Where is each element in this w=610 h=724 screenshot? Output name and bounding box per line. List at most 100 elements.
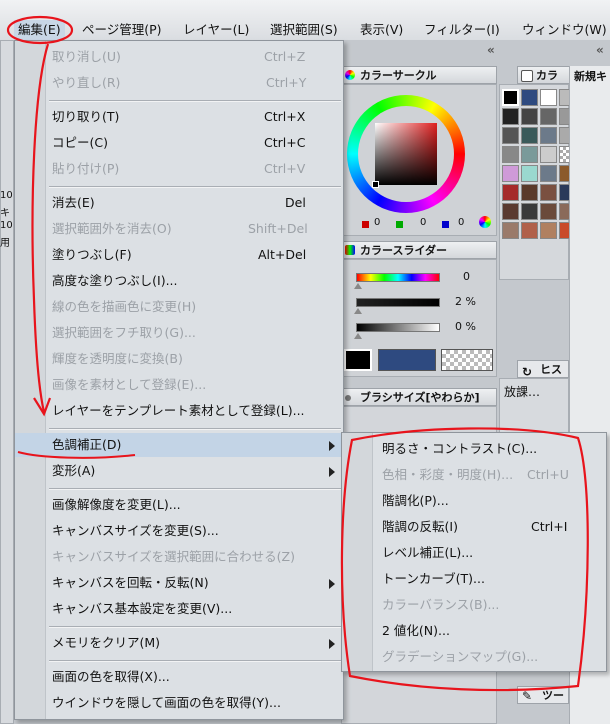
swatch[interactable] bbox=[540, 146, 557, 163]
brightness-slider[interactable] bbox=[356, 323, 440, 332]
change-resolution-item[interactable]: 画像解像度を変更(L)... bbox=[15, 493, 343, 517]
swatch[interactable] bbox=[540, 222, 557, 239]
history-tab[interactable]: ↻ ヒス bbox=[517, 360, 569, 379]
swatch[interactable] bbox=[521, 108, 538, 125]
change-canvas-size-item[interactable]: キャンバスサイズを変更(S)... bbox=[15, 519, 343, 543]
swatch[interactable] bbox=[521, 127, 538, 144]
border-selection-item[interactable]: 選択範囲をフチ取り(G)... bbox=[15, 321, 343, 345]
luminance-to-transparency-item[interactable]: 輝度を透明度に変換(B) bbox=[15, 347, 343, 371]
gradient-map-item[interactable]: グラデーションマップ(G)... bbox=[342, 645, 606, 669]
erase-item[interactable]: 消去(E) Del bbox=[15, 191, 343, 215]
swatch[interactable] bbox=[502, 222, 519, 239]
brush-size-panel-header[interactable]: ブラシサイズ[やわらか] bbox=[341, 388, 497, 406]
menu-page-management[interactable]: ページ管理(P) bbox=[82, 20, 162, 40]
collapse-chevron-icon[interactable]: « bbox=[487, 43, 495, 57]
paste-item[interactable]: 貼り付け(P) Ctrl+V bbox=[15, 157, 343, 181]
swatch[interactable] bbox=[502, 165, 519, 182]
swatch[interactable] bbox=[521, 146, 538, 163]
menu-selection[interactable]: 選択範囲(S) bbox=[270, 20, 338, 40]
saturation-slider[interactable] bbox=[356, 298, 440, 307]
saturation-value-square[interactable] bbox=[375, 123, 437, 185]
left-tool-value: 10 bbox=[0, 220, 13, 231]
advanced-fill-item[interactable]: 高度な塗りつぶし(I)... bbox=[15, 269, 343, 293]
invert-gradient-item[interactable]: 階調の反転(I) Ctrl+I bbox=[342, 515, 606, 539]
swatch[interactable] bbox=[502, 108, 519, 125]
edit-menu-dropdown: 取り消し(U) Ctrl+Z やり直し(R) Ctrl+Y 切り取り(T) Ctrl+… bbox=[14, 40, 344, 720]
slider-handle[interactable] bbox=[354, 333, 362, 339]
brightness-contrast-item[interactable]: 明るさ・コントラスト(C)... bbox=[342, 437, 606, 461]
swatch[interactable] bbox=[540, 203, 557, 220]
color-picker-cursor[interactable] bbox=[372, 181, 379, 188]
saturation-value: 2 % bbox=[455, 295, 476, 308]
copy-item[interactable]: コピー(C) Ctrl+C bbox=[15, 131, 343, 155]
swatch[interactable] bbox=[540, 127, 557, 144]
posterize-item[interactable]: 階調化(P)... bbox=[342, 489, 606, 513]
swatch[interactable] bbox=[540, 108, 557, 125]
register-template-material-item[interactable]: レイヤーをテンプレート素材として登録(L)... bbox=[15, 399, 343, 423]
color-mode-icon[interactable] bbox=[479, 216, 491, 228]
swatch[interactable] bbox=[502, 127, 519, 144]
color-slider-panel: 0 2 % 0 % bbox=[341, 259, 497, 377]
blue-indicator bbox=[442, 221, 449, 228]
swatch[interactable] bbox=[502, 203, 519, 220]
menu-layer[interactable]: レイヤー(L) bbox=[183, 20, 249, 40]
left-tool-value: 用 bbox=[0, 238, 10, 249]
hue-saturation-item[interactable]: 色相・彩度・明度(H)... Ctrl+U bbox=[342, 463, 606, 487]
tool-tab[interactable]: ✎ ツー bbox=[517, 686, 569, 704]
color-balance-item[interactable]: カラーバランス(B)... bbox=[342, 593, 606, 617]
canvas-basic-settings-item[interactable]: キャンバス基本設定を変更(V)... bbox=[15, 597, 343, 621]
swatch[interactable] bbox=[521, 203, 538, 220]
menu-edit[interactable]: 編集(E) bbox=[14, 20, 65, 40]
swatch[interactable] bbox=[521, 222, 538, 239]
cut-item[interactable]: 切り取り(T) Ctrl+X bbox=[15, 105, 343, 129]
color-slider-panel-header[interactable]: カラースライダー bbox=[341, 241, 497, 259]
swatch[interactable] bbox=[521, 165, 538, 182]
binarize-item[interactable]: 2 値化(N)... bbox=[342, 619, 606, 643]
swatch[interactable] bbox=[502, 184, 519, 201]
hue-ring[interactable] bbox=[347, 95, 465, 213]
erase-outside-selection-item[interactable]: 選択範囲外を消去(O) Shift+Del bbox=[15, 217, 343, 241]
swatch[interactable] bbox=[502, 146, 519, 163]
sub-color-chip[interactable] bbox=[378, 349, 436, 371]
layer-name[interactable]: 放課… bbox=[504, 383, 540, 400]
green-value: 0 bbox=[420, 217, 427, 228]
level-correction-item[interactable]: レベル補正(L)... bbox=[342, 541, 606, 565]
transform-item[interactable]: 変形(A) bbox=[15, 459, 343, 483]
main-color-chip[interactable] bbox=[344, 349, 372, 371]
menu-separator bbox=[49, 488, 341, 490]
redo-item[interactable]: やり直し(R) Ctrl+Y bbox=[15, 71, 343, 95]
swatch[interactable] bbox=[502, 89, 519, 106]
menu-filter[interactable]: フィルター(I) bbox=[424, 20, 500, 40]
swatch[interactable] bbox=[521, 184, 538, 201]
swatch[interactable] bbox=[521, 89, 538, 106]
hide-window-pick-color-item[interactable]: ウインドウを隠して画面の色を取得(Y)... bbox=[15, 691, 343, 715]
menu-window[interactable]: ウィンドウ(W) bbox=[522, 20, 607, 40]
fill-item[interactable]: 塗りつぶし(F) Alt+Del bbox=[15, 243, 343, 267]
submenu-arrow-icon bbox=[329, 579, 335, 589]
hue-slider[interactable] bbox=[356, 273, 440, 282]
green-indicator bbox=[396, 221, 403, 228]
canvas-tab[interactable]: 新規キ bbox=[574, 68, 607, 84]
pick-screen-color-item[interactable]: 画面の色を取得(X)... bbox=[15, 665, 343, 689]
menu-separator bbox=[49, 100, 341, 102]
collapse-chevron-icon[interactable]: « bbox=[596, 43, 604, 57]
swatch[interactable] bbox=[540, 89, 557, 106]
color-circle-panel-header[interactable]: カラーサークル bbox=[341, 66, 497, 84]
clear-memory-item[interactable]: メモリをクリア(M) bbox=[15, 631, 343, 655]
swatch[interactable] bbox=[540, 184, 557, 201]
change-line-color-item[interactable]: 線の色を描画色に変更(H) bbox=[15, 295, 343, 319]
slider-handle[interactable] bbox=[354, 283, 362, 289]
fit-canvas-to-selection-item[interactable]: キャンバスサイズを選択範囲に合わせる(Z) bbox=[15, 545, 343, 569]
transparent-color-chip[interactable] bbox=[441, 349, 493, 371]
tonal-correction-item[interactable]: 色調補正(D) bbox=[15, 433, 343, 457]
rotate-flip-canvas-item[interactable]: キャンバスを回転・反転(N) bbox=[15, 571, 343, 595]
tonal-correction-submenu: 明るさ・コントラスト(C)... 色相・彩度・明度(H)... Ctrl+U 階調… bbox=[341, 432, 607, 672]
slider-handle[interactable] bbox=[354, 308, 362, 314]
tone-curve-item[interactable]: トーンカーブ(T)... bbox=[342, 567, 606, 591]
menu-view[interactable]: 表示(V) bbox=[360, 20, 403, 40]
submenu-arrow-icon bbox=[329, 467, 335, 477]
undo-item[interactable]: 取り消し(U) Ctrl+Z bbox=[15, 45, 343, 69]
swatch[interactable] bbox=[540, 165, 557, 182]
red-value: 0 bbox=[374, 217, 381, 228]
register-image-material-item[interactable]: 画像を素材として登録(E)... bbox=[15, 373, 343, 397]
